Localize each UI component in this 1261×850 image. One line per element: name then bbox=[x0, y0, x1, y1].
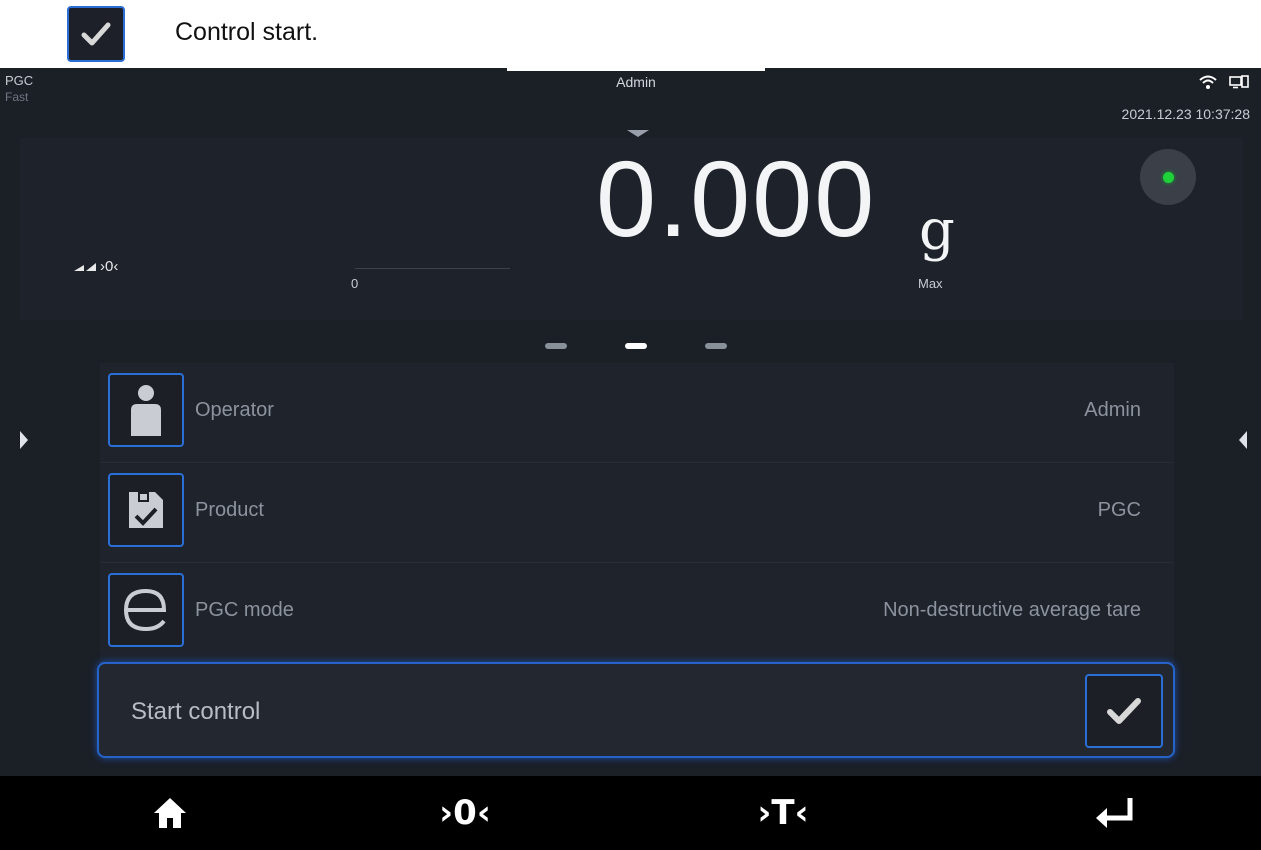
caption-text: Control start. bbox=[175, 18, 319, 46]
logged-user[interactable]: Admin bbox=[507, 68, 765, 96]
list-item-label: PGC mode bbox=[195, 599, 294, 621]
product-icon bbox=[108, 473, 184, 547]
list-item-value: PGC bbox=[1097, 499, 1141, 521]
start-control-button[interactable]: Start control bbox=[97, 662, 1175, 758]
page-dot[interactable] bbox=[705, 343, 727, 349]
list-item-value: Non-destructive average tare bbox=[883, 599, 1141, 621]
product-indicator: PGC bbox=[5, 73, 34, 88]
datetime: 2021.12.23 10:37:28 bbox=[1121, 106, 1250, 122]
weight-value: 0.000 bbox=[596, 138, 877, 259]
function-key-bar: ›0‹ ›T‹ bbox=[0, 776, 1261, 850]
home-icon bbox=[154, 798, 186, 828]
list-item-product[interactable]: Product PGC bbox=[100, 463, 1174, 563]
zero-indicator: ›0‹ bbox=[100, 258, 119, 275]
page-indicator bbox=[545, 343, 727, 349]
range-min-label: 0 bbox=[351, 276, 359, 291]
enter-icon bbox=[1096, 798, 1133, 828]
scale-screen: PGC Fast Admin 2021.12.23 10:37:28 0.000… bbox=[0, 68, 1261, 850]
zero-indicators: ›0‹ bbox=[74, 258, 118, 275]
stability-dot-icon bbox=[1162, 171, 1174, 183]
pgc-mode-icon bbox=[108, 573, 184, 647]
list-item-label: Product bbox=[195, 499, 264, 521]
zero-button[interactable]: ›0‹ bbox=[410, 776, 520, 850]
stability-indicator bbox=[1140, 149, 1196, 205]
right-panel-arrow-icon[interactable] bbox=[1239, 431, 1247, 449]
mode-indicator: Fast bbox=[5, 90, 29, 104]
computer-connection-icon bbox=[1229, 74, 1249, 93]
wifi-icon bbox=[1199, 74, 1217, 93]
tare-button[interactable]: ›T‹ bbox=[728, 776, 838, 850]
page-dot-active[interactable] bbox=[625, 343, 647, 349]
left-panel-arrow-icon[interactable] bbox=[20, 431, 28, 449]
stable-indicator-icon bbox=[74, 262, 96, 271]
list-item-label: Operator bbox=[195, 399, 274, 421]
settings-list: Operator Admin Product PGC PGC mode Non-… bbox=[100, 363, 1174, 663]
page-dot[interactable] bbox=[545, 343, 567, 349]
list-item-value: Admin bbox=[1084, 399, 1141, 421]
document-caption: Control start. bbox=[0, 0, 1261, 68]
home-button[interactable] bbox=[140, 776, 200, 850]
list-item-operator[interactable]: Operator Admin bbox=[100, 363, 1174, 463]
enter-button[interactable] bbox=[1080, 776, 1150, 850]
list-item-pgc-mode[interactable]: PGC mode Non-destructive average tare bbox=[100, 563, 1174, 663]
status-icons bbox=[1199, 74, 1249, 93]
status-left: PGC Fast bbox=[5, 73, 33, 105]
start-control-label: Start control bbox=[131, 698, 261, 725]
weight-unit[interactable]: g bbox=[919, 198, 955, 263]
checkmark-icon bbox=[67, 6, 125, 62]
range-max-label: Max bbox=[918, 276, 943, 291]
operator-icon bbox=[108, 373, 184, 447]
checkmark-icon[interactable] bbox=[1085, 674, 1163, 748]
weighing-range-bar bbox=[355, 268, 510, 269]
